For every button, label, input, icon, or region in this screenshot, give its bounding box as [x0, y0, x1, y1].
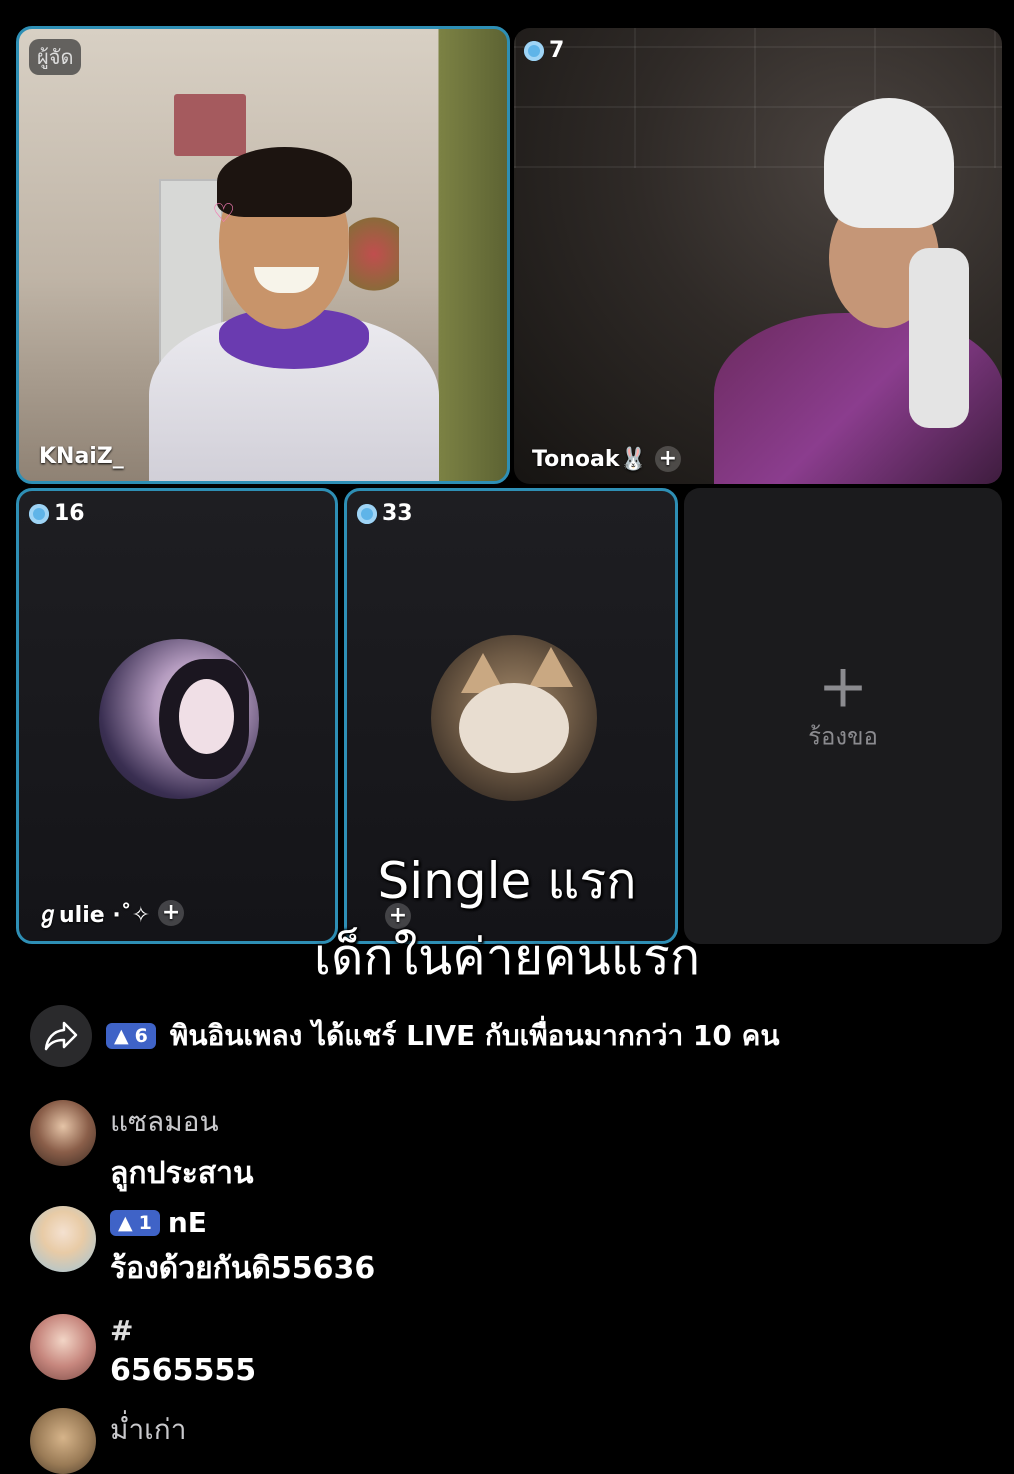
wall-poster [174, 94, 246, 156]
comment-text: ร้องด้วยกันดิ55636 [110, 1251, 376, 1286]
host-name[interactable]: KNaiZ_ [39, 444, 124, 469]
guest-name-tag[interactable]: Tonoak🐰 + [532, 446, 681, 472]
comment-text: ลูกประสาน [110, 1156, 254, 1191]
host-label: ผู้จัด [29, 39, 82, 75]
heart-sticker-icon: ♡ [212, 199, 236, 229]
user-level-badge: ▲ 6 [106, 1023, 156, 1049]
viewer-gem-badge: 16 [29, 501, 85, 526]
commenter-name-text: nE [167, 1206, 207, 1239]
share-arrow-icon [44, 1021, 78, 1051]
comment-item: ม่ำเก่า [30, 1408, 186, 1474]
comment-text: 6565555 [110, 1353, 257, 1388]
level-value: 6 [134, 1025, 148, 1047]
julie-face [179, 679, 234, 754]
commenter-name[interactable]: # [110, 1314, 256, 1347]
level-value: 1 [138, 1211, 152, 1234]
request-label: ร้องขอ [808, 722, 878, 751]
commenter-name-text: แซลมอน [110, 1105, 219, 1138]
commenter-avatar[interactable] [30, 1100, 96, 1166]
level-icon: ▲ [114, 1025, 129, 1047]
gem-count: 33 [382, 501, 413, 526]
gem-icon [29, 503, 49, 524]
julie-avatar [99, 639, 259, 799]
commenter-avatar[interactable] [30, 1206, 96, 1272]
cat-avatar [431, 635, 597, 801]
share-banner-text: พินอินเพลง ได้แชร์ LIVE กับเพื่อนมากกว่า… [169, 1019, 780, 1052]
flower-decoration [349, 199, 399, 309]
gem-count: 16 [54, 501, 85, 526]
user-level-badge: ▲ 1 [110, 1209, 160, 1236]
follow-plus-icon[interactable]: + [654, 446, 681, 472]
viewer-gem-badge: 7 [524, 38, 564, 63]
host-video-tile[interactable]: ♡ ผู้จัด KNaiZ_ [16, 26, 510, 484]
comment-item: ▲ 1 nE ร้องด้วยกันดิ55636 [30, 1206, 375, 1292]
caption-line-2: เด็กในค่ายคนแรก [313, 928, 701, 986]
gem-icon [357, 503, 377, 524]
commenter-avatar[interactable] [30, 1314, 96, 1380]
comment-item: # 6565555 [30, 1314, 256, 1388]
plus-icon: + [817, 651, 869, 722]
towel-hanging [909, 248, 969, 428]
viewer-gem-badge: 33 [357, 501, 413, 526]
commenter-name-text: # [110, 1314, 134, 1347]
cat-ear-right [529, 647, 573, 687]
commenter-name[interactable]: ▲ 1 nE [110, 1206, 375, 1239]
host-name-text: KNaiZ_ [39, 444, 124, 469]
commenter-name-text: ม่ำเก่า [110, 1413, 187, 1446]
towel-on-head [824, 98, 954, 228]
host-hair [217, 147, 352, 217]
share-banner: ▲ 6 พินอินเพลง ได้แชร์ LIVE กับเพื่อนมาก… [30, 1005, 780, 1067]
level-icon: ▲ [118, 1211, 133, 1234]
guest-name-text: Tonoak🐰 [532, 446, 647, 472]
comment-item: แซลมอน ลูกประสาน [30, 1100, 253, 1197]
gem-count: 7 [549, 38, 565, 63]
commenter-name[interactable]: ม่ำเก่า [110, 1408, 186, 1452]
cat-face [459, 683, 569, 773]
commenter-name[interactable]: แซลมอน [110, 1100, 253, 1144]
guest-video-tile-tonoak[interactable]: 7 Tonoak🐰 + [514, 28, 1002, 484]
caption-line-1: Single แรก [377, 852, 637, 910]
request-button[interactable]: + ร้องขอ [808, 657, 878, 756]
gem-icon [524, 40, 544, 61]
share-button[interactable] [30, 1005, 92, 1067]
commenter-avatar[interactable] [30, 1408, 96, 1474]
